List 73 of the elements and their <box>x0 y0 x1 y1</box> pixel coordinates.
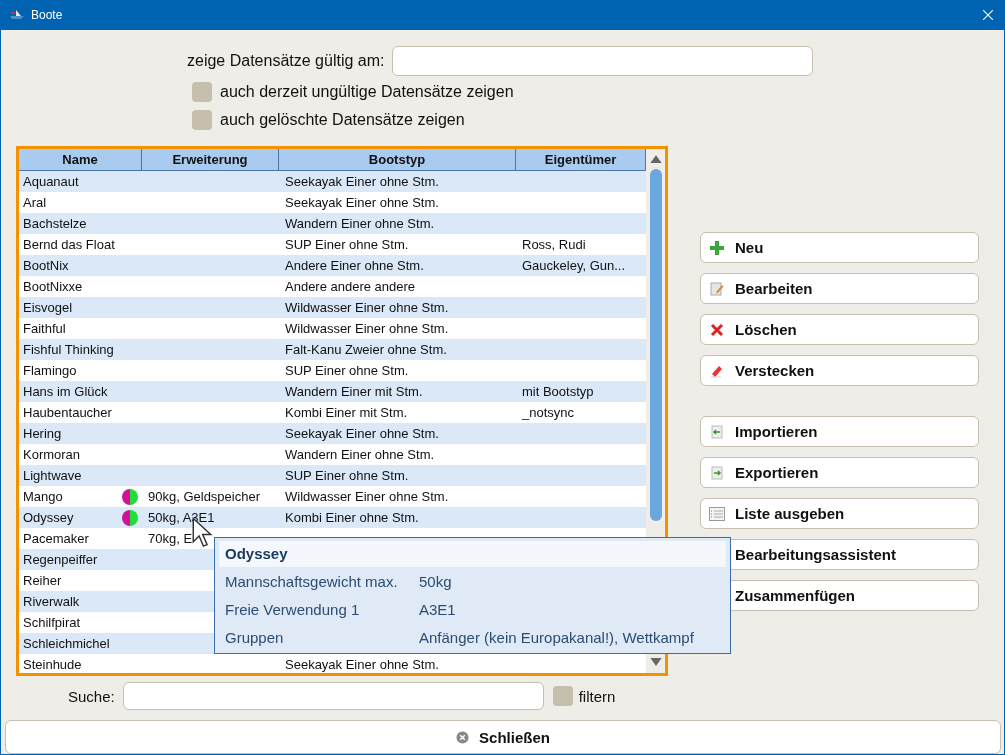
table-cell: Riverwalk <box>23 594 80 609</box>
table-cell: Andere andere andere <box>285 279 416 294</box>
action-button[interactable]: Bearbeiten <box>700 273 979 304</box>
table-cell: Steinhude <box>23 657 82 672</box>
table-cell: Hering <box>23 426 62 441</box>
checkbox-label[interactable]: filtern <box>578 687 616 705</box>
table-cell: 70kg, E <box>148 531 193 546</box>
table-cell: Aral <box>23 195 47 210</box>
action-button[interactable]: Importieren <box>700 416 979 447</box>
table-cell: Kormoran <box>23 447 81 462</box>
table-cell: Wildwasser Einer ohne Stm. <box>285 300 449 315</box>
search-label: Suche: <box>68 687 115 705</box>
window-title: Boote <box>31 8 63 22</box>
tooltip-label: Freie Verwendung 1 <box>225 600 361 618</box>
table-cell: mit Bootstyp <box>522 384 594 399</box>
table-cell: Haubentaucher <box>23 405 112 420</box>
table-cell: Schleichmichel <box>23 636 110 651</box>
table-cell: Gauckeley, Gun... <box>522 258 626 273</box>
table-cell: Ross, Rudi <box>522 237 586 252</box>
table-cell: Seekayak Einer ohne Stm. <box>285 195 439 210</box>
tooltip-label: Gruppen <box>225 628 285 646</box>
action-button[interactable]: Exportieren <box>700 457 979 488</box>
table-cell: BootNix <box>23 258 69 273</box>
table-cell: Eisvogel <box>23 300 73 315</box>
checkbox-label[interactable]: auch derzeit ungültige Datensätze zeigen <box>220 83 514 101</box>
table-cell: 50kg, A3E1 <box>148 510 215 525</box>
action-button[interactable]: Verstecken <box>700 355 979 386</box>
table-cell: Seekayak Einer ohne Stm. <box>285 426 439 441</box>
table-cell: Bernd das Float <box>23 237 115 252</box>
date-label: zeige Datensätze gültig am: <box>187 52 385 70</box>
table-cell: Mango <box>23 489 63 504</box>
table-cell: Pacemaker <box>23 531 89 546</box>
table-cell: SUP Einer ohne Stm. <box>285 468 409 483</box>
table-cell: Odyssey <box>23 510 74 525</box>
table-cell: Seekayak Einer ohne Stm. <box>285 174 439 189</box>
table-cell: _notsync <box>522 405 575 420</box>
tooltip-value: A3E1 <box>419 600 456 618</box>
table-cell: Reiher <box>23 573 62 588</box>
table-cell: Hans im Glück <box>23 384 108 399</box>
table-cell: Flamingo <box>23 363 77 378</box>
table-cell: Wildwasser Einer ohne Stm. <box>285 489 449 504</box>
table-cell: SUP Einer ohne Stm. <box>285 237 409 252</box>
column-header[interactable]: Bootstyp <box>279 149 516 170</box>
tooltip-title: Odyssey <box>219 541 726 567</box>
table-cell: Andere Einer ohne Stm. <box>285 258 424 273</box>
table-cell: Aquanaut <box>23 174 79 189</box>
action-button[interactable]: Neu <box>700 232 979 263</box>
close-button[interactable]: Schließen <box>5 720 1001 754</box>
table-cell: Regenpeiffer <box>23 552 98 567</box>
checkbox-label[interactable]: auch gelöschte Datensätze zeigen <box>220 111 465 129</box>
tooltip-value: 50kg <box>419 572 452 590</box>
table-cell: Wildwasser Einer ohne Stm. <box>285 321 449 336</box>
table-cell: Seekayak Einer ohne Stm. <box>285 657 439 672</box>
table-cell: Falt-Kanu Zweier ohne Stm. <box>285 342 447 357</box>
table-cell: Lightwave <box>23 468 82 483</box>
table-cell: Schilfpirat <box>23 615 81 630</box>
table-cell: SUP Einer ohne Stm. <box>285 363 409 378</box>
action-button[interactable]: Liste ausgeben <box>700 498 979 529</box>
table-cell: Bachstelze <box>23 216 87 231</box>
table-cell: Wandern Einer mit Stm. <box>285 384 423 399</box>
column-header[interactable]: Erweiterung <box>142 149 279 170</box>
table-cell: Fishful Thinking <box>23 342 114 357</box>
column-header[interactable]: Name <box>19 149 142 170</box>
action-button[interactable]: Löschen <box>700 314 979 345</box>
table-cell: BootNixxe <box>23 279 83 294</box>
table-cell: Wandern Einer ohne Stm. <box>285 447 435 462</box>
table-cell: Faithful <box>23 321 66 336</box>
tooltip-label: Mannschaftsgewicht max. <box>225 572 399 590</box>
table-cell: Wandern Einer ohne Stm. <box>285 216 435 231</box>
tooltip-value: Anfänger (kein Europakanal!), Wettkampf <box>419 628 694 646</box>
table-cell: Kombi Einer ohne Stm. <box>285 510 419 525</box>
table-cell: Kombi Einer mit Stm. <box>285 405 408 420</box>
table-cell: 90kg, Geldspeicher <box>148 489 260 504</box>
